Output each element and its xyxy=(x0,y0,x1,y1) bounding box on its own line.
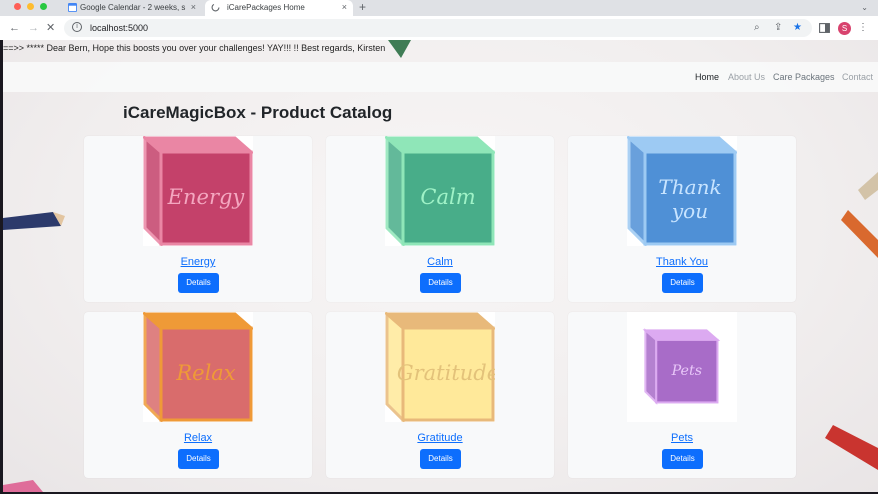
details-button[interactable]: Details xyxy=(662,449,703,469)
cube-label: Calm xyxy=(420,185,475,209)
product-card: Calm Calm Details xyxy=(326,134,554,302)
forward-icon[interactable]: → xyxy=(28,20,39,36)
site-info-icon[interactable]: i xyxy=(72,22,82,32)
browser-toolbar: ← → ✕ i localhost:5000 ⌕ ⇪ ★ S ⋮ xyxy=(0,16,878,40)
details-button[interactable]: Details xyxy=(178,449,219,469)
product-card: Pets Pets Details xyxy=(568,312,796,478)
product-image[interactable]: Gratitude xyxy=(383,310,499,424)
site-navbar: Home About Us Care Packages Contact xyxy=(3,62,878,92)
cube-label: Thank xyxy=(658,175,721,199)
thank-you-cube-icon: Thankyou xyxy=(625,134,739,248)
zoom-icon[interactable]: ⌕ xyxy=(754,20,760,36)
loading-icon xyxy=(211,3,220,12)
details-button[interactable]: Details xyxy=(662,273,703,293)
address-bar[interactable]: i localhost:5000 ⌕ ⇪ ★ xyxy=(64,19,812,37)
product-card: Relax Relax Details xyxy=(84,310,312,478)
cube-label: you xyxy=(671,199,708,223)
side-panel-icon[interactable] xyxy=(819,23,830,33)
product-name-link[interactable]: Thank You xyxy=(568,255,796,269)
product-image[interactable]: Energy xyxy=(141,134,255,248)
product-name-link[interactable]: Calm xyxy=(326,255,554,269)
tab-close-icon[interactable]: × xyxy=(191,0,196,15)
profile-avatar[interactable]: S xyxy=(838,22,851,35)
calendar-icon xyxy=(68,3,77,12)
product-card: Gratitude Gratitude Details xyxy=(326,310,554,478)
nav-about-us-link[interactable]: About Us xyxy=(728,71,765,83)
details-button[interactable]: Details xyxy=(420,273,461,293)
gratitude-cube-icon: Gratitude xyxy=(383,310,499,424)
bookmark-star-icon[interactable]: ★ xyxy=(793,20,802,36)
product-image[interactable]: Relax xyxy=(141,310,255,424)
cube-label: Relax xyxy=(175,361,235,385)
cube-label: Pets xyxy=(671,363,702,379)
url-text[interactable]: localhost:5000 xyxy=(90,21,148,35)
page-viewport: ==>> ***** Dear Bern, Hope this boosts y… xyxy=(3,40,878,492)
nav-home-link[interactable]: Home xyxy=(695,71,719,83)
tab-close-icon[interactable]: × xyxy=(342,0,347,15)
product-image[interactable]: Thank you xyxy=(625,134,739,248)
product-image[interactable]: Pets xyxy=(627,312,737,422)
page-title: iCareMagicBox - Product Catalog xyxy=(123,103,393,122)
product-name-link[interactable]: Gratitude xyxy=(326,431,554,445)
details-button[interactable]: Details xyxy=(178,273,219,293)
tab-title: iCarePackages Home xyxy=(227,3,305,12)
cube-label: Gratitude xyxy=(397,361,495,385)
cube-label: Energy xyxy=(167,185,246,209)
tab-strip: Google Calendar - 2 weeks, s × iCarePack… xyxy=(0,0,878,16)
nav-contact-link[interactable]: Contact xyxy=(842,71,873,83)
stop-loading-icon[interactable]: ✕ xyxy=(46,20,55,36)
tab-title: Google Calendar - 2 weeks, s xyxy=(80,3,186,12)
product-name-link[interactable]: Relax xyxy=(84,431,312,445)
close-window-icon[interactable] xyxy=(14,3,21,10)
tab-google-calendar[interactable]: Google Calendar - 2 weeks, s × xyxy=(62,0,202,16)
browser-chrome: Google Calendar - 2 weeks, s × iCarePack… xyxy=(0,0,878,40)
product-name-link[interactable]: Energy xyxy=(84,255,312,269)
product-card: Thank you Thank You Details xyxy=(568,134,796,302)
maximize-window-icon[interactable] xyxy=(40,3,47,10)
pets-cube-icon: Pets xyxy=(642,328,721,405)
nav-care-packages-link[interactable]: Care Packages xyxy=(773,71,835,83)
energy-cube-icon: Energy xyxy=(141,134,255,248)
tab-icarepackages[interactable]: iCarePackages Home × xyxy=(205,0,353,16)
tab-search-chevron-icon[interactable]: ⌄ xyxy=(861,0,868,15)
calm-cube-icon: Calm xyxy=(383,134,497,248)
back-icon[interactable]: ← xyxy=(9,20,20,36)
share-icon[interactable]: ⇪ xyxy=(774,20,782,36)
browser-menu-icon[interactable]: ⋮ xyxy=(858,21,868,35)
new-tab-button[interactable]: + xyxy=(359,0,366,15)
announcement-banner: ==>> ***** Dear Bern, Hope this boosts y… xyxy=(3,43,386,53)
product-image[interactable]: Calm xyxy=(383,134,497,248)
details-button[interactable]: Details xyxy=(420,449,461,469)
minimize-window-icon[interactable] xyxy=(27,3,34,10)
relax-cube-icon: Relax xyxy=(141,310,255,424)
product-card: Energy Energy Details xyxy=(84,134,312,302)
product-name-link[interactable]: Pets xyxy=(568,431,796,445)
